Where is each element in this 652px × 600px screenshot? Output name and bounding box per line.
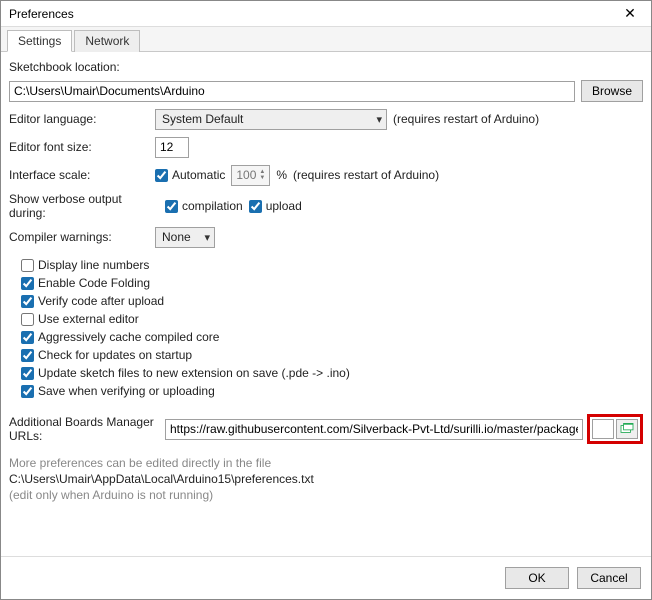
tabstrip: Settings Network [1,27,651,52]
compiler-warnings-select[interactable]: None [155,227,215,248]
automatic-checkbox-label: Automatic [172,168,225,182]
interface-scale-hint: (requires restart of Arduino) [293,168,439,182]
compiler-warnings-value: None [162,230,191,244]
preferences-window: Preferences ✕ Settings Network Sketchboo… [0,0,652,600]
use-external-editor-label: Use external editor [38,312,139,326]
enable-code-folding-checkbox[interactable]: Enable Code Folding [21,276,643,290]
display-line-numbers-label: Display line numbers [38,258,149,272]
editor-language-label: Editor language: [9,112,149,126]
display-line-numbers-input[interactable] [21,259,34,272]
button-bar: OK Cancel [1,556,651,599]
footnotes: More preferences can be edited directly … [9,456,643,502]
verify-after-upload-input[interactable] [21,295,34,308]
verbose-label: Show verbose output during: [9,192,159,220]
save-when-verifying-label: Save when verifying or uploading [38,384,215,398]
percent-sign: % [276,168,287,182]
update-sketch-ext-input[interactable] [21,367,34,380]
aggressively-cache-input[interactable] [21,331,34,344]
compiler-warnings-label: Compiler warnings: [9,230,149,244]
save-when-verifying-input[interactable] [21,385,34,398]
upload-checkbox-label: upload [266,199,302,213]
automatic-checkbox-input[interactable] [155,169,168,182]
sketchbook-label: Sketchbook location: [9,60,643,74]
check-updates-checkbox[interactable]: Check for updates on startup [21,348,643,362]
editor-language-select[interactable]: System Default [155,109,387,130]
compilation-checkbox[interactable]: compilation [165,199,243,213]
use-external-editor-checkbox[interactable]: Use external editor [21,312,643,326]
upload-checkbox-input[interactable] [249,200,262,213]
cancel-button[interactable]: Cancel [577,567,641,589]
aggressively-cache-label: Aggressively cache compiled core [38,330,219,344]
tab-network[interactable]: Network [74,30,140,52]
enable-code-folding-label: Enable Code Folding [38,276,150,290]
font-size-input[interactable] [155,137,189,158]
close-button[interactable]: ✕ [615,3,645,25]
compilation-checkbox-input[interactable] [165,200,178,213]
editor-language-hint: (requires restart of Arduino) [393,112,539,126]
interface-scale-label: Interface scale: [9,168,149,182]
prefs-file-path: C:\Users\Umair\AppData\Local\Arduino15\p… [9,472,643,486]
additional-urls-input[interactable] [165,419,583,440]
more-prefs-note: More preferences can be edited directly … [9,456,643,470]
urls-blank-button[interactable] [592,419,614,439]
open-urls-dialog-button[interactable] [616,419,638,439]
titlebar: Preferences ✕ [1,1,651,27]
editor-language-value: System Default [162,112,243,126]
edit-only-note: (edit only when Arduino is not running) [9,488,643,502]
automatic-checkbox[interactable]: Automatic [155,168,225,182]
enable-code-folding-input[interactable] [21,277,34,290]
update-sketch-ext-checkbox[interactable]: Update sketch files to new extension on … [21,366,643,380]
verify-after-upload-checkbox[interactable]: Verify code after upload [21,294,643,308]
upload-checkbox[interactable]: upload [249,199,302,213]
scale-percent-value: 100 [236,168,256,182]
sketchbook-path-input[interactable] [9,81,575,102]
browse-button[interactable]: Browse [581,80,643,102]
font-size-label: Editor font size: [9,140,149,154]
scale-percent-spinner[interactable]: 100 ▲▼ [231,165,270,186]
additional-urls-label: Additional Boards Manager URLs: [9,415,161,443]
tab-settings[interactable]: Settings [7,30,72,52]
verify-after-upload-label: Verify code after upload [38,294,164,308]
options-list: Display line numbers Enable Code Folding… [9,258,643,398]
highlight-box [587,414,643,444]
spinner-arrows-icon: ▲▼ [259,169,265,181]
close-icon: ✕ [624,5,636,22]
update-sketch-ext-label: Update sketch files to new extension on … [38,366,350,380]
aggressively-cache-checkbox[interactable]: Aggressively cache compiled core [21,330,643,344]
compilation-checkbox-label: compilation [182,199,243,213]
ok-button[interactable]: OK [505,567,569,589]
window-title: Preferences [9,7,74,21]
settings-panel: Sketchbook location: Browse Editor langu… [1,52,651,556]
display-line-numbers-checkbox[interactable]: Display line numbers [21,258,643,272]
save-when-verifying-checkbox[interactable]: Save when verifying or uploading [21,384,643,398]
check-updates-input[interactable] [21,349,34,362]
window-icon [620,423,634,435]
check-updates-label: Check for updates on startup [38,348,192,362]
use-external-editor-input[interactable] [21,313,34,326]
